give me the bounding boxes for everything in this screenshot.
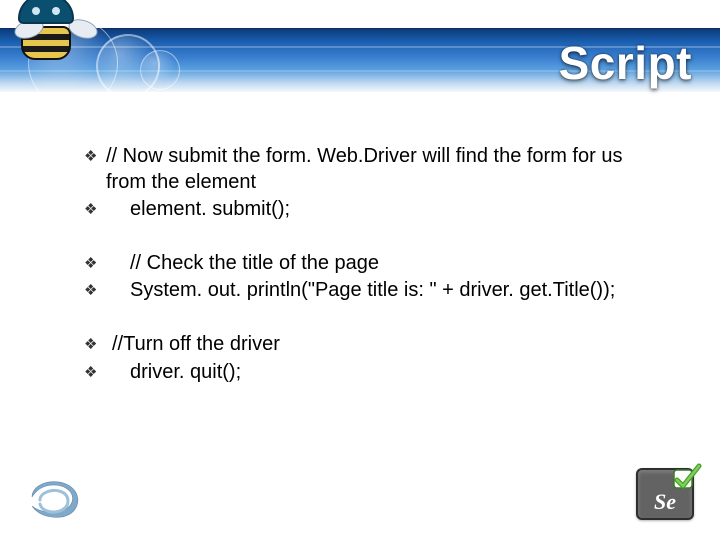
eye-icon (52, 7, 60, 15)
list-item: ❖ //Turn off the driver (84, 332, 664, 358)
robot-head-icon (18, 0, 74, 24)
spacer (84, 225, 664, 251)
slide: Script ❖ // Now submit the form. Web.Dri… (0, 0, 720, 540)
selenium-badge-label: Se (654, 489, 676, 515)
bullet-text: //Turn off the driver (106, 332, 664, 358)
list-item: ❖ element. submit(); (84, 197, 664, 223)
checkmark-icon (672, 462, 702, 492)
list-item: ❖ // Now submit the form. Web.Driver wil… (84, 144, 664, 195)
bullet-icon: ❖ (84, 144, 106, 166)
bullet-text: System. out. println("Page title is: " +… (106, 278, 664, 304)
slide-title: Script (559, 36, 692, 90)
bullet-text: // Now submit the form. Web.Driver will … (106, 144, 664, 195)
bullet-text: // Check the title of the page (106, 251, 664, 277)
spacer (84, 306, 664, 332)
swirl-logo-icon (26, 476, 84, 518)
bullet-icon: ❖ (84, 278, 106, 300)
bullet-icon: ❖ (84, 251, 106, 273)
eye-icon (32, 7, 40, 15)
slide-body: ❖ // Now submit the form. Web.Driver wil… (84, 144, 664, 387)
header-banner: Script (0, 0, 720, 120)
list-item: ❖ System. out. println("Page title is: "… (84, 278, 664, 304)
bullet-text: element. submit(); (106, 197, 664, 223)
bullet-text: driver. quit(); (106, 360, 664, 386)
bubble-decor (140, 50, 180, 90)
bee-robot-icon (18, 0, 74, 60)
list-item: ❖ // Check the title of the page (84, 251, 664, 277)
bullet-text-line: // Now submit the form. Web.Driver will … (106, 145, 622, 193)
bullet-icon: ❖ (84, 197, 106, 219)
list-item: ❖ driver. quit(); (84, 360, 664, 386)
bullet-icon: ❖ (84, 332, 106, 354)
bullet-icon: ❖ (84, 360, 106, 382)
